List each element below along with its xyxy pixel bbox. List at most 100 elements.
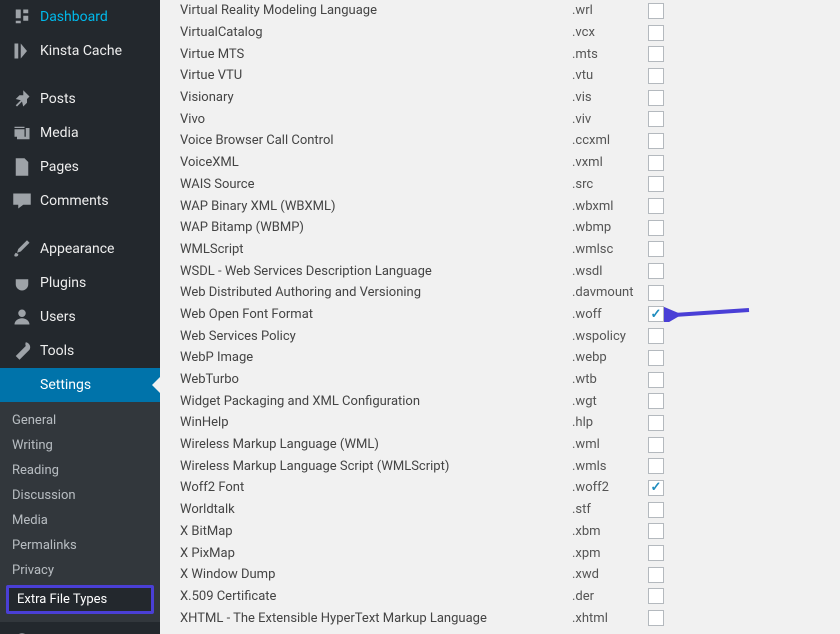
file-type-extension: .davmount — [572, 285, 648, 300]
file-type-checkbox[interactable] — [648, 46, 664, 62]
file-type-description: WAIS Source — [180, 177, 572, 192]
sidebar-item-users[interactable]: Users — [0, 300, 160, 334]
settings-sub-writing[interactable]: Writing — [0, 433, 160, 458]
file-type-checkbox[interactable] — [648, 155, 664, 171]
sidebar-item-comments[interactable]: Comments — [0, 184, 160, 218]
file-type-row: WebP Image.webp — [180, 347, 820, 369]
pages-icon — [12, 157, 32, 177]
file-type-row: Web Distributed Authoring and Versioning… — [180, 282, 820, 304]
file-type-description: Visionary — [180, 90, 572, 105]
file-type-checkbox[interactable] — [648, 263, 664, 279]
file-type-row: X BitMap.xbm — [180, 521, 820, 543]
sidebar-item-plugins[interactable]: Plugins — [0, 266, 160, 300]
file-type-checkbox[interactable] — [648, 241, 664, 257]
file-type-extension: .wml — [572, 437, 648, 452]
file-type-row: Visionary.vis — [180, 87, 820, 109]
file-type-description: Web Services Policy — [180, 329, 572, 344]
file-type-checkbox[interactable] — [648, 25, 664, 41]
main-content: Virtual Reality Modeling Language.wrlVir… — [160, 0, 840, 634]
sidebar-item-appearance[interactable]: Appearance — [0, 232, 160, 266]
sidebar-item-label: Kinsta Cache — [40, 43, 122, 59]
file-type-checkbox[interactable] — [648, 3, 664, 19]
settings-sub-permalinks[interactable]: Permalinks — [0, 533, 160, 558]
file-type-description: X.509 Certificate — [180, 589, 572, 604]
file-type-checkbox[interactable] — [648, 415, 664, 431]
settings-sub-general[interactable]: General — [0, 408, 160, 433]
media-icon — [12, 123, 32, 143]
file-type-checkbox[interactable] — [648, 502, 664, 518]
file-type-description: Wireless Markup Language (WML) — [180, 437, 572, 452]
settings-sub-extra-file-types[interactable]: Extra File Types — [6, 585, 154, 614]
sidebar-item-tools[interactable]: Tools — [0, 334, 160, 368]
file-type-extension: .vxml — [572, 155, 648, 170]
file-type-checkbox[interactable] — [648, 523, 664, 539]
settings-sub-privacy[interactable]: Privacy — [0, 558, 160, 583]
file-type-checkbox[interactable] — [648, 567, 664, 583]
file-type-checkbox[interactable] — [648, 176, 664, 192]
file-type-extension: .wsdl — [572, 264, 648, 279]
sidebar-item-settings[interactable]: Settings — [0, 368, 160, 402]
settings-sub-discussion[interactable]: Discussion — [0, 483, 160, 508]
file-type-extension: .mts — [572, 47, 648, 62]
file-type-description: WMLScript — [180, 242, 572, 257]
kinsta-icon — [12, 41, 32, 61]
file-type-description: VoiceXML — [180, 155, 572, 170]
file-type-row: Virtue MTS.mts — [180, 43, 820, 65]
sidebar-item-dashboard[interactable]: Dashboard — [0, 0, 160, 34]
file-type-extension: .viv — [572, 112, 648, 127]
file-type-extension: .wgt — [572, 394, 648, 409]
file-type-description: WebP Image — [180, 350, 572, 365]
settings-sub-media-sub[interactable]: Media — [0, 508, 160, 533]
file-type-row: Virtual Reality Modeling Language.wrl — [180, 0, 820, 22]
file-type-checkbox[interactable] — [648, 133, 664, 149]
file-type-checkbox[interactable] — [648, 437, 664, 453]
file-type-checkbox[interactable] — [648, 480, 664, 496]
collapse-menu-button[interactable]: Collapse menu — [0, 622, 160, 634]
file-type-description: Widget Packaging and XML Configuration — [180, 394, 572, 409]
file-type-checkbox[interactable] — [648, 68, 664, 84]
admin-sidebar: DashboardKinsta CachePostsMediaPagesComm… — [0, 0, 160, 634]
sidebar-item-label: Comments — [40, 193, 109, 209]
file-type-description: Virtue VTU — [180, 68, 572, 83]
users-icon — [12, 307, 32, 327]
file-type-checkbox[interactable] — [648, 306, 664, 322]
file-type-extension: .xbm — [572, 524, 648, 539]
file-type-checkbox[interactable] — [648, 545, 664, 561]
file-type-checkbox[interactable] — [648, 220, 664, 236]
file-type-row: XHTML - The Extensible HyperText Markup … — [180, 607, 820, 629]
file-type-checkbox[interactable] — [648, 588, 664, 604]
file-type-description: VirtualCatalog — [180, 25, 572, 40]
file-type-row: VirtualCatalog.vcx — [180, 22, 820, 44]
sidebar-item-pages[interactable]: Pages — [0, 150, 160, 184]
sidebar-item-posts[interactable]: Posts — [0, 82, 160, 116]
file-type-checkbox[interactable] — [648, 285, 664, 301]
file-type-checkbox[interactable] — [648, 111, 664, 127]
file-type-extension: .xwd — [572, 567, 648, 582]
file-type-description: WinHelp — [180, 415, 572, 430]
sliders-icon — [12, 375, 32, 395]
file-type-checkbox[interactable] — [648, 328, 664, 344]
file-type-checkbox[interactable] — [648, 350, 664, 366]
file-type-checkbox[interactable] — [648, 198, 664, 214]
file-type-row: WAIS Source.src — [180, 174, 820, 196]
file-type-row: Wireless Markup Language Script (WMLScri… — [180, 455, 820, 477]
sidebar-item-media[interactable]: Media — [0, 116, 160, 150]
sidebar-item-label: Appearance — [40, 241, 114, 257]
brush-icon — [12, 239, 32, 259]
sidebar-item-label: Dashboard — [40, 9, 108, 25]
sidebar-item-label: Users — [40, 309, 76, 325]
file-type-description: WSDL - Web Services Description Language — [180, 264, 572, 279]
file-type-checkbox[interactable] — [648, 90, 664, 106]
file-type-checkbox[interactable] — [648, 372, 664, 388]
file-type-checkbox[interactable] — [648, 458, 664, 474]
sidebar-item-kinsta[interactable]: Kinsta Cache — [0, 34, 160, 68]
file-type-checkbox[interactable] — [648, 393, 664, 409]
file-type-row: Web Services Policy.wspolicy — [180, 325, 820, 347]
file-type-row: X Window Dump.xwd — [180, 564, 820, 586]
file-type-extension: .webp — [572, 350, 648, 365]
file-type-description: WAP Bitamp (WBMP) — [180, 220, 572, 235]
settings-sub-reading[interactable]: Reading — [0, 458, 160, 483]
file-type-description: Worldtalk — [180, 502, 572, 517]
file-type-checkbox[interactable] — [648, 610, 664, 626]
file-type-row: Virtue VTU.vtu — [180, 65, 820, 87]
